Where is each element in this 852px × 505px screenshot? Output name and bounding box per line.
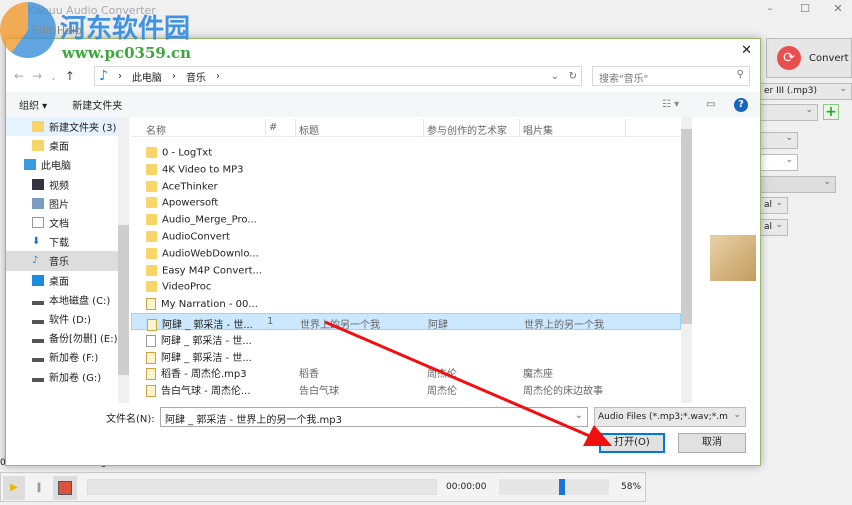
watermark-url: www.pc0359.cn [62,44,192,62]
menu-help[interactable]: Help [57,24,82,37]
menu-edit[interactable]: Edit [32,24,53,37]
red-arrow-annotation [324,320,612,446]
menu-bar: Edit Help [32,24,82,37]
